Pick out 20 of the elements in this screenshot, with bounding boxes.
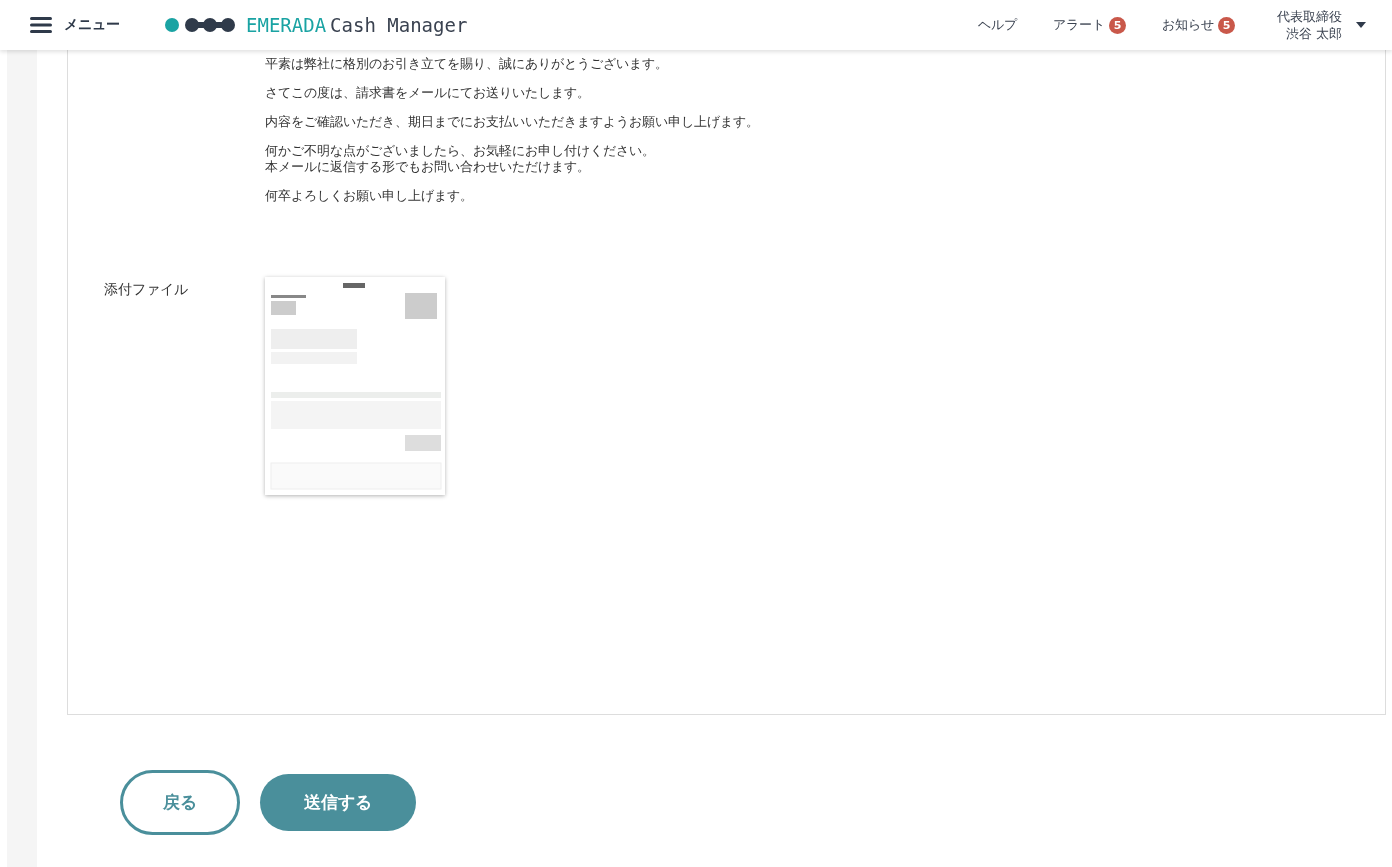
nav-link[interactable]: アラート 5 xyxy=(1053,16,1126,34)
back-button[interactable]: 戻る xyxy=(120,770,240,835)
caret-icon xyxy=(1356,22,1366,28)
message-paragraph: 内容をご確認いただき、期日までにお支払いいただきますようお願い申し上げます。 xyxy=(265,114,759,130)
send-button[interactable]: 送信する xyxy=(260,774,416,831)
user-menu[interactable]: 代表取締役 渋谷 太郎 xyxy=(1277,8,1366,42)
message-paragraph: 何かご不明な点がございましたら、お気軽にお申し付けください。 本メールに返信する形でもお問い合わせいただけます。 xyxy=(265,143,656,175)
logo-product: Cash Manager xyxy=(330,14,468,36)
count-badge: 5 xyxy=(1109,16,1126,34)
message-paragraph: 平素は弊社に格別のお引き立てを賜り、誠にありがとうございます。 xyxy=(265,56,669,72)
logo-icon xyxy=(164,17,238,33)
message-paragraph: 何卒よろしくお願い申し上げます。 xyxy=(265,188,474,204)
nav-link[interactable]: お知らせ 5 xyxy=(1162,16,1235,34)
nav-link[interactable]: ヘルプ xyxy=(978,16,1017,34)
message-paragraph: さてこの度は、請求書をメールにてお送りいたします。 xyxy=(265,85,591,101)
menu-button[interactable]: メニュー xyxy=(30,16,120,34)
count-badge: 5 xyxy=(1218,16,1235,34)
menu-icon xyxy=(30,16,52,34)
logo-brand: EMERADA xyxy=(246,14,327,36)
field-label: 添付ファイル xyxy=(103,280,189,299)
